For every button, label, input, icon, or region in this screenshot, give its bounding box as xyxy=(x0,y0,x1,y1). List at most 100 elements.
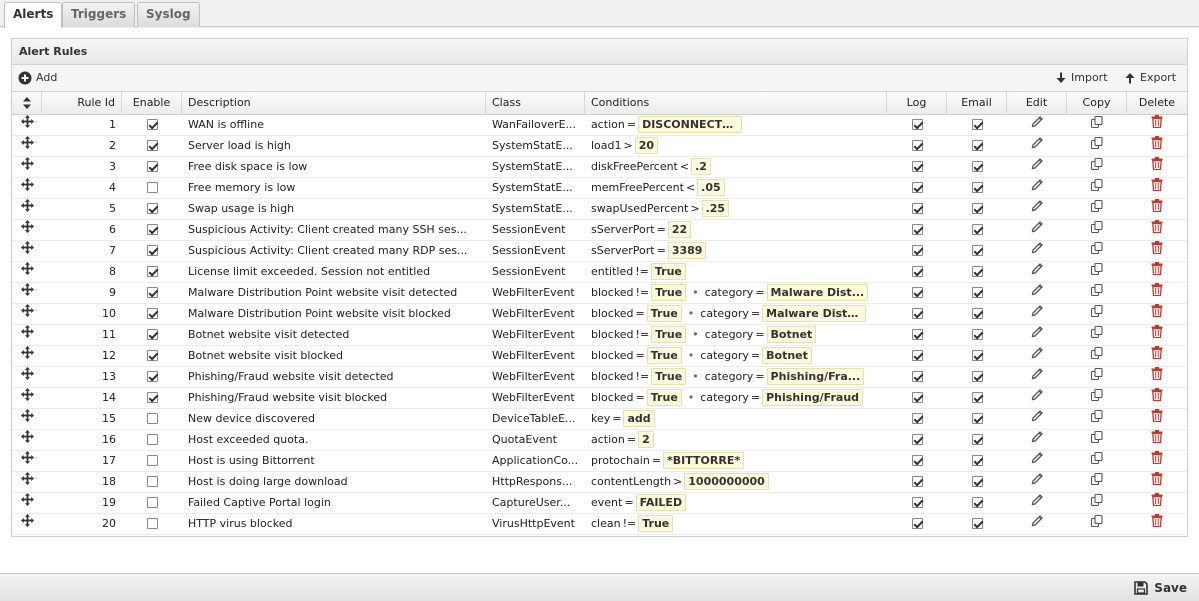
column-header-rule-id[interactable]: Rule Id xyxy=(42,92,122,115)
tab-triggers[interactable]: Triggers xyxy=(62,2,136,27)
save-button[interactable]: Save xyxy=(1134,574,1187,601)
trash-icon[interactable] xyxy=(1151,220,1163,240)
trash-icon[interactable] xyxy=(1151,493,1163,513)
table-row[interactable]: 3 Free disk space is low SystemStatE... dis… xyxy=(12,157,1187,178)
move-arrows-icon[interactable] xyxy=(20,262,34,282)
pencil-icon[interactable] xyxy=(1031,430,1044,450)
column-header-delete[interactable]: Delete xyxy=(1127,92,1187,115)
log-checkbox[interactable] xyxy=(911,454,923,466)
table-row[interactable]: 17 Host is using Bittorrent ApplicationCo.… xyxy=(12,451,1187,472)
pencil-icon[interactable] xyxy=(1031,514,1044,534)
copy-icon[interactable] xyxy=(1090,367,1104,388)
trash-icon[interactable] xyxy=(1151,115,1163,135)
log-checkbox[interactable] xyxy=(911,433,923,445)
drag-column-header[interactable] xyxy=(12,92,42,115)
email-checkbox[interactable] xyxy=(971,391,983,403)
table-row[interactable]: 20 HTTP virus blocked VirusHttpEvent clean!… xyxy=(12,514,1187,535)
pencil-icon[interactable] xyxy=(1031,115,1044,135)
copy-icon[interactable] xyxy=(1090,514,1104,535)
email-checkbox[interactable] xyxy=(971,118,983,130)
table-row[interactable]: 18 Host is doing large download HttpRespon… xyxy=(12,472,1187,493)
trash-icon[interactable] xyxy=(1151,241,1163,261)
table-row[interactable]: 10 Malware Distribution Point website vis… xyxy=(12,304,1187,325)
enable-checkbox[interactable] xyxy=(146,118,158,130)
trash-icon[interactable] xyxy=(1151,409,1163,429)
pencil-icon[interactable] xyxy=(1031,241,1044,261)
move-arrows-icon[interactable] xyxy=(20,388,34,408)
trash-icon[interactable] xyxy=(1151,346,1163,366)
copy-icon[interactable] xyxy=(1090,199,1104,220)
column-header-edit[interactable]: Edit xyxy=(1007,92,1067,115)
pencil-icon[interactable] xyxy=(1031,367,1044,387)
pencil-icon[interactable] xyxy=(1031,493,1044,513)
drag-handle[interactable] xyxy=(12,136,42,157)
email-checkbox[interactable] xyxy=(971,160,983,172)
log-checkbox[interactable] xyxy=(911,412,923,424)
table-row[interactable]: 16 Host exceeded quota. QuotaEvent action = 2 xyxy=(12,430,1187,451)
log-checkbox[interactable] xyxy=(911,328,923,340)
enable-checkbox[interactable] xyxy=(146,433,158,445)
enable-checkbox[interactable] xyxy=(146,244,158,256)
email-checkbox[interactable] xyxy=(971,244,983,256)
log-checkbox[interactable] xyxy=(911,223,923,235)
move-arrows-icon[interactable] xyxy=(20,430,34,450)
drag-handle[interactable] xyxy=(12,409,42,430)
enable-checkbox[interactable] xyxy=(146,181,158,193)
move-arrows-icon[interactable] xyxy=(20,220,34,240)
pencil-icon[interactable] xyxy=(1031,346,1044,366)
drag-handle[interactable] xyxy=(12,241,42,262)
drag-handle[interactable] xyxy=(12,262,42,283)
email-checkbox[interactable] xyxy=(971,475,983,487)
pencil-icon[interactable] xyxy=(1031,220,1044,240)
email-checkbox[interactable] xyxy=(971,223,983,235)
email-checkbox[interactable] xyxy=(971,286,983,298)
log-checkbox[interactable] xyxy=(911,475,923,487)
move-arrows-icon[interactable] xyxy=(20,283,34,303)
drag-handle[interactable] xyxy=(12,346,42,367)
enable-checkbox[interactable] xyxy=(146,286,158,298)
email-checkbox[interactable] xyxy=(971,412,983,424)
pencil-icon[interactable] xyxy=(1031,178,1044,198)
trash-icon[interactable] xyxy=(1151,178,1163,198)
drag-handle[interactable] xyxy=(12,283,42,304)
trash-icon[interactable] xyxy=(1151,262,1163,282)
export-button[interactable]: Export xyxy=(1124,65,1176,91)
pencil-icon[interactable] xyxy=(1031,283,1044,303)
pencil-icon[interactable] xyxy=(1031,304,1044,324)
email-checkbox[interactable] xyxy=(971,454,983,466)
add-button[interactable]: Add xyxy=(18,65,57,91)
trash-icon[interactable] xyxy=(1151,367,1163,387)
copy-icon[interactable] xyxy=(1090,178,1104,199)
copy-icon[interactable] xyxy=(1090,388,1104,409)
enable-checkbox[interactable] xyxy=(146,328,158,340)
copy-icon[interactable] xyxy=(1090,472,1104,493)
move-arrows-icon[interactable] xyxy=(20,367,34,387)
trash-icon[interactable] xyxy=(1151,304,1163,324)
move-arrows-icon[interactable] xyxy=(20,451,34,471)
pencil-icon[interactable] xyxy=(1031,409,1044,429)
copy-icon[interactable] xyxy=(1090,493,1104,514)
column-header-copy[interactable]: Copy xyxy=(1067,92,1127,115)
move-arrows-icon[interactable] xyxy=(20,409,34,429)
email-checkbox[interactable] xyxy=(971,139,983,151)
pencil-icon[interactable] xyxy=(1031,472,1044,492)
drag-handle[interactable] xyxy=(12,325,42,346)
table-row[interactable]: 5 Swap usage is high SystemStatE... swapUse… xyxy=(12,199,1187,220)
enable-checkbox[interactable] xyxy=(146,496,158,508)
trash-icon[interactable] xyxy=(1151,325,1163,345)
drag-handle[interactable] xyxy=(12,178,42,199)
column-header-conditions[interactable]: Conditions xyxy=(585,92,887,115)
log-checkbox[interactable] xyxy=(911,370,923,382)
move-arrows-icon[interactable] xyxy=(20,346,34,366)
pencil-icon[interactable] xyxy=(1031,157,1044,177)
drag-handle[interactable] xyxy=(12,451,42,472)
move-arrows-icon[interactable] xyxy=(20,241,34,261)
column-header-email[interactable]: Email xyxy=(947,92,1007,115)
pencil-icon[interactable] xyxy=(1031,136,1044,156)
log-checkbox[interactable] xyxy=(911,496,923,508)
log-checkbox[interactable] xyxy=(911,202,923,214)
log-checkbox[interactable] xyxy=(911,118,923,130)
drag-handle[interactable] xyxy=(12,493,42,514)
table-row[interactable]: 8 License limit exceeded. Session not ent… xyxy=(12,262,1187,283)
copy-icon[interactable] xyxy=(1090,241,1104,262)
